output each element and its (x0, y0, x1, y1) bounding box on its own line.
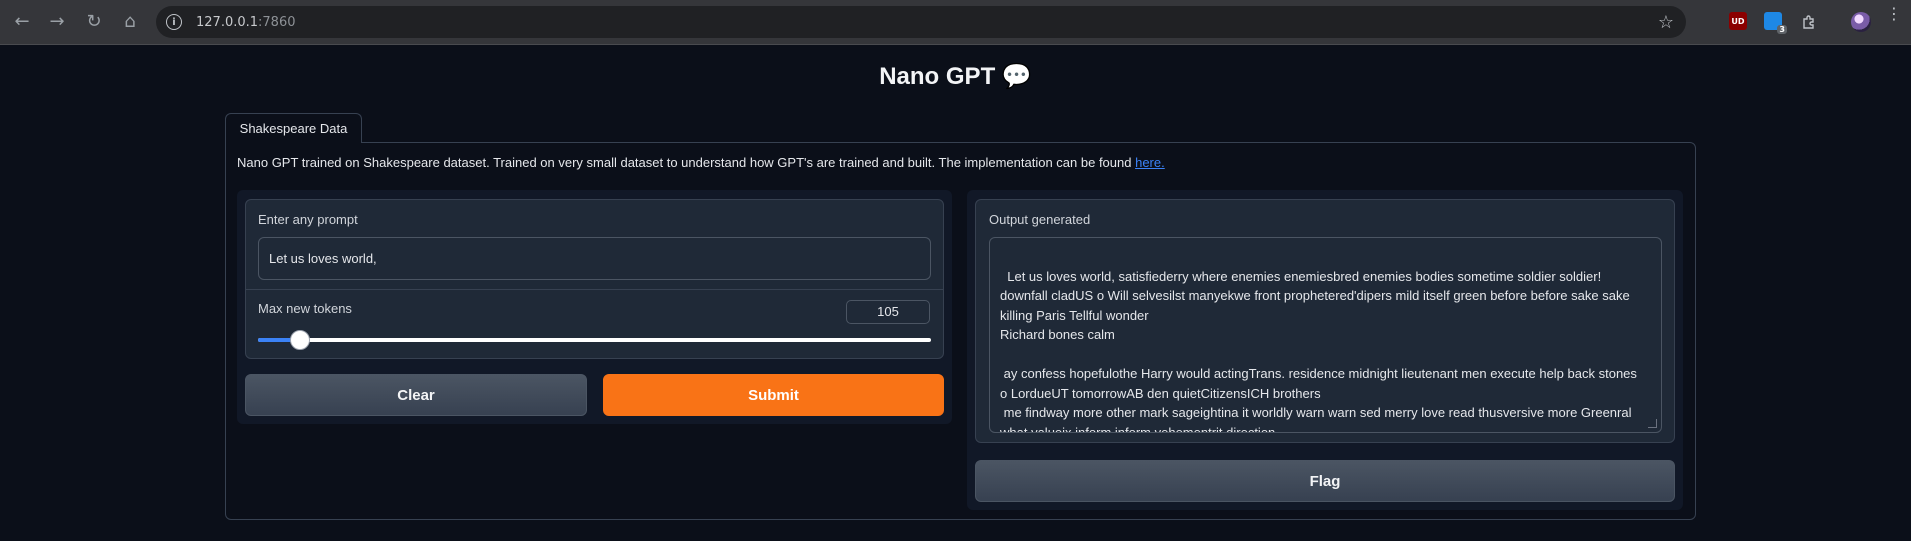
max-tokens-number-input[interactable]: 105 (846, 300, 930, 324)
back-icon[interactable]: ← (10, 10, 34, 34)
clear-button[interactable]: Clear (245, 374, 587, 416)
output-label: Output generated (989, 212, 1091, 227)
extension-badge: 3 (1777, 25, 1787, 34)
prompt-label: Enter any prompt (258, 212, 358, 227)
max-tokens-slider[interactable] (258, 338, 931, 342)
group-divider (246, 289, 943, 290)
reload-icon[interactable]: ↻ (82, 10, 106, 34)
ublock-label: UD (1731, 16, 1745, 26)
bookmark-star-icon[interactable]: ☆ (1658, 12, 1674, 33)
browser-menu-icon[interactable]: ⋮ (1886, 6, 1902, 22)
home-icon[interactable]: ⌂ (118, 10, 142, 34)
extension-icon[interactable]: 3 (1764, 12, 1787, 34)
flag-button[interactable]: Flag (975, 460, 1675, 502)
slider-thumb[interactable] (290, 330, 310, 350)
browser-toolbar: ← → ↻ ⌂ i 127.0.0.1:7860 ☆ UD 3 ⋮ (0, 0, 1911, 45)
site-info-icon[interactable]: i (166, 14, 182, 30)
page-title: Nano GPT 💬 (879, 63, 1032, 90)
url-port: :7860 (258, 14, 296, 30)
ublock-extension-icon[interactable]: UD (1729, 12, 1747, 30)
url-host: 127.0.0.1 (196, 14, 259, 30)
url-text[interactable]: 127.0.0.1:7860 (196, 15, 296, 30)
description-text: Nano GPT trained on Shakespeare dataset.… (237, 155, 1136, 170)
submit-button[interactable]: Submit (603, 374, 944, 416)
tab-shakespeare-data[interactable]: Shakespeare Data (225, 113, 362, 143)
profile-avatar[interactable] (1851, 12, 1871, 32)
address-bar[interactable]: i 127.0.0.1:7860 ☆ (156, 6, 1686, 38)
output-textarea[interactable]: Let us loves world, satisfiederry where … (989, 237, 1662, 433)
output-text: Let us loves world, satisfiederry where … (1000, 268, 1637, 433)
resize-grip-icon[interactable] (1648, 419, 1657, 428)
max-tokens-label: Max new tokens (258, 301, 352, 316)
prompt-input[interactable]: Let us loves world, (258, 237, 931, 280)
description: Nano GPT trained on Shakespeare dataset.… (237, 155, 1165, 170)
forward-icon[interactable]: → (45, 10, 69, 34)
extensions-puzzle-icon[interactable] (1797, 10, 1821, 34)
implementation-link[interactable]: here. (1135, 155, 1165, 170)
